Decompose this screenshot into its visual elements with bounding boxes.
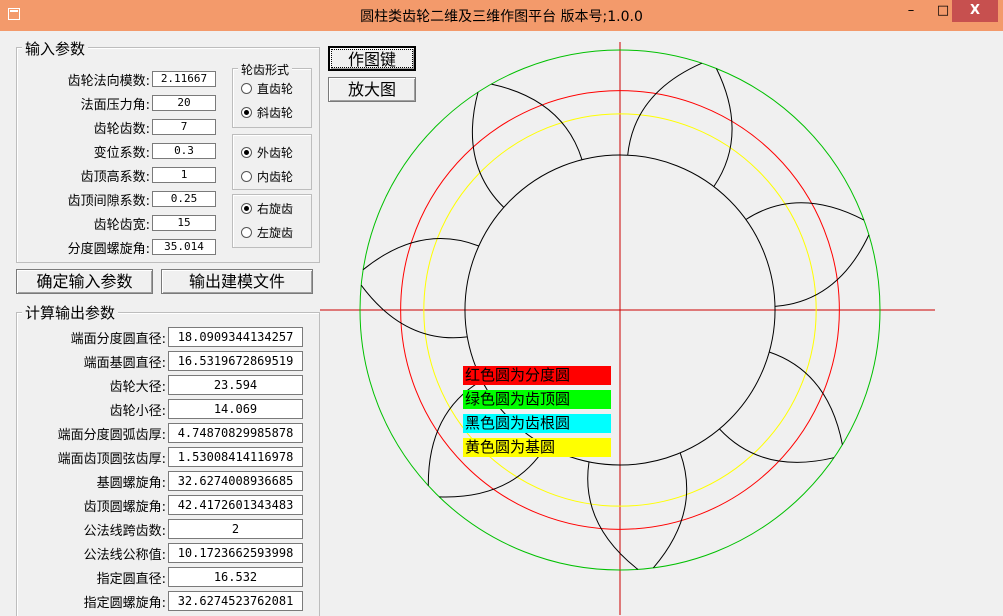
specified-diameter-output[interactable]: 16.532 [168, 567, 303, 587]
field-label: 法面压力角: [80, 98, 150, 113]
face-width-input[interactable]: 15 [152, 215, 216, 231]
field-label: 分度圆螺旋角: [67, 242, 150, 257]
tooth-flank [627, 62, 703, 156]
radio-dot[interactable] [241, 83, 252, 94]
output-label: 端面齿顶圆弦齿厚: [57, 452, 166, 467]
output-label: 指定圆螺旋角: [83, 596, 166, 611]
pitch-diameter-output[interactable]: 18.0909344134257 [168, 327, 303, 347]
radio-dot[interactable] [241, 203, 252, 214]
legend-addendum-circle: 绿色圆为齿顶圆 [463, 390, 611, 409]
radio-spur[interactable]: 直齿轮 [241, 80, 293, 97]
legend-pitch-circle: 红色圆为分度圆 [463, 366, 611, 385]
base-diameter-output[interactable]: 16.5319672869519 [168, 351, 303, 371]
title-bar[interactable]: 圆柱类齿轮二维及三维作图平台 版本号;1.0.0 – □ X [0, 0, 1003, 31]
field-label: 齿轮齿宽: [93, 218, 150, 233]
field-label: 齿顶间隙系数: [67, 194, 150, 209]
output-label: 基圆螺旋角: [96, 476, 166, 491]
radio-external[interactable]: 外齿轮 [241, 144, 293, 161]
field-label: 齿顶高系数: [80, 170, 150, 185]
output-label: 公法线公称值: [83, 548, 166, 563]
output-label: 指定圆直径: [96, 572, 166, 587]
tip-helix-output[interactable]: 42.4172601343483 [168, 495, 303, 515]
radio-dot[interactable] [241, 147, 252, 158]
arc-thickness-output[interactable]: 4.74870829985878 [168, 423, 303, 443]
shift-coef-input[interactable]: 0.3 [152, 143, 216, 159]
gear-drawing-canvas[interactable] [320, 42, 1003, 615]
radio-dot[interactable] [241, 171, 252, 182]
radio-dot[interactable] [241, 107, 252, 118]
output-label: 公法线跨齿数: [83, 524, 166, 539]
tooth-flank [653, 452, 688, 569]
field-label: 齿轮齿数: [93, 122, 150, 137]
output-label: 齿轮大径: [109, 380, 166, 395]
field-label: 变位系数: [93, 146, 150, 161]
output-label: 端面分度圆弧齿厚: [57, 428, 166, 443]
input-params-title: 输入参数 [22, 38, 89, 59]
radio-label: 内齿轮 [257, 170, 294, 184]
tooth-flank [587, 461, 639, 570]
chord-thickness-output[interactable]: 1.53008414116978 [168, 447, 303, 467]
clearance-coef-input[interactable]: 0.25 [152, 191, 216, 207]
base-helix-output[interactable]: 32.6274008936685 [168, 471, 303, 491]
radio-label: 外齿轮 [257, 146, 294, 160]
radio-dot[interactable] [241, 227, 252, 238]
pressure-angle-input[interactable]: 20 [152, 95, 216, 111]
radio-helical[interactable]: 斜齿轮 [241, 104, 293, 121]
field-label: 齿轮法向模数: [67, 74, 150, 89]
radio-label: 右旋齿 [257, 202, 294, 216]
radio-label: 斜齿轮 [257, 106, 294, 120]
legend-root-circle: 黑色圆为齿根圆 [463, 414, 611, 433]
output-label: 端面分度圆直径: [70, 332, 166, 347]
tooth-flank [491, 83, 583, 160]
tooth-flank [713, 68, 733, 187]
tooth-flank [745, 202, 865, 221]
tooth-flank [774, 234, 870, 307]
major-diameter-output[interactable]: 23.594 [168, 375, 303, 395]
output-label: 齿轮小径: [109, 404, 166, 419]
tooth-form-title: 轮齿形式 [238, 61, 293, 78]
export-model-button[interactable]: 输出建模文件 [161, 269, 313, 294]
addendum-coef-input[interactable]: 1 [152, 167, 216, 183]
helix-angle-input[interactable]: 35.014 [152, 239, 216, 255]
output-label: 齿顶圆螺旋角: [83, 500, 166, 515]
span-teeth-output[interactable]: 2 [168, 519, 303, 539]
radio-label: 左旋齿 [257, 226, 294, 240]
window-title: 圆柱类齿轮二维及三维作图平台 版本号;1.0.0 [360, 9, 643, 25]
legend-base-circle: 黄色圆为基圆 [463, 438, 611, 457]
output-label: 端面基圆直径: [83, 356, 166, 371]
span-length-output[interactable]: 10.1723662593998 [168, 543, 303, 563]
radio-left-hand[interactable]: 左旋齿 [241, 224, 293, 241]
tooth-flank [471, 92, 505, 208]
module-input[interactable]: 2.11667 [152, 71, 216, 87]
tooth-flank [719, 428, 835, 463]
close-button[interactable]: X [952, 0, 998, 22]
specified-helix-output[interactable]: 32.6274523762081 [168, 591, 303, 611]
radio-label: 直齿轮 [257, 82, 294, 96]
teeth-input[interactable]: 7 [152, 119, 216, 135]
tooth-flank [360, 284, 468, 339]
minimize-button[interactable]: – [894, 0, 928, 22]
confirm-input-button[interactable]: 确定输入参数 [16, 269, 153, 294]
radio-internal[interactable]: 内齿轮 [241, 168, 293, 185]
output-params-title: 计算输出参数 [22, 302, 119, 323]
tooth-flank [362, 238, 479, 271]
radio-right-hand[interactable]: 右旋齿 [241, 200, 293, 217]
tooth-flank [769, 351, 843, 445]
minor-diameter-output[interactable]: 14.069 [168, 399, 303, 419]
